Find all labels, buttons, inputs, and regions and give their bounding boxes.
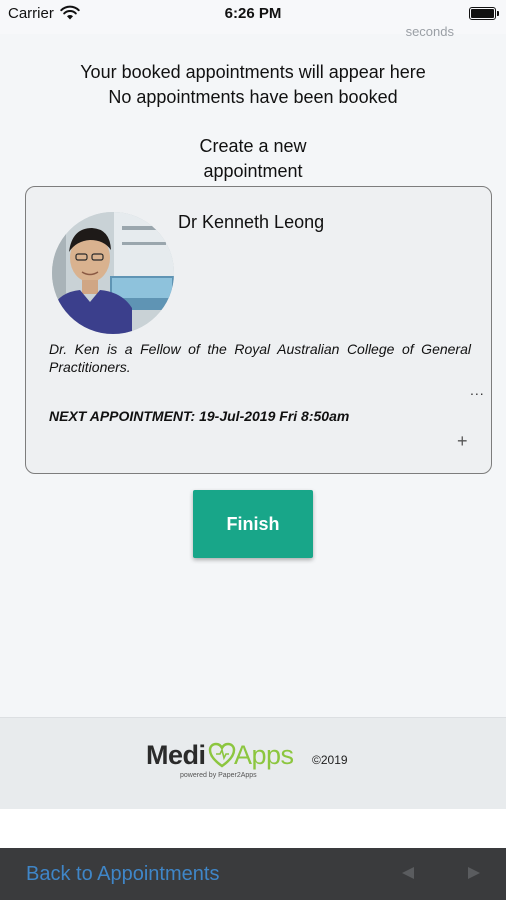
nav-forward-icon[interactable]	[466, 866, 482, 880]
copyright-text: ©2019	[312, 753, 348, 767]
doctor-bio: Dr. Ken is a Fellow of the Royal Austral…	[49, 341, 471, 375]
logo-apps-text: Apps	[234, 740, 294, 770]
create-appointment-heading-line2: appointment	[203, 161, 303, 181]
logo-heart-icon	[208, 742, 236, 768]
logo-medi-text: Medi	[146, 740, 206, 770]
bottom-toolbar: Back to Appointments	[0, 848, 506, 900]
plus-icon[interactable]: +	[457, 431, 468, 452]
spacer	[0, 809, 506, 848]
battery-icon	[469, 7, 499, 20]
doctor-name: Dr Kenneth Leong	[178, 212, 325, 232]
doctor-card[interactable]: Dr Kenneth Leong Dr. Ken is a Fellow of …	[25, 186, 492, 474]
create-appointment-heading: Create a new	[199, 136, 307, 156]
back-to-appointments-link[interactable]: Back to Appointments	[26, 863, 219, 886]
more-icon[interactable]: ...	[470, 382, 485, 398]
footer: Medi Apps powered by Paper2Apps ©2019	[0, 717, 506, 809]
cut-off-header-text: seconds	[405, 24, 454, 39]
status-time: 6:26 PM	[224, 5, 282, 22]
finish-button[interactable]: Finish	[193, 490, 313, 558]
mediapps-logo: Medi Apps powered by Paper2Apps	[146, 740, 306, 782]
empty-appointments-message: Your booked appointments will appear her…	[80, 62, 426, 82]
no-appointments-message: No appointments have been booked	[108, 87, 398, 107]
logo-tagline: powered by Paper2Apps	[180, 772, 257, 779]
doctor-avatar	[52, 212, 174, 334]
appointments-screen: seconds Your booked appointments will ap…	[0, 24, 506, 717]
next-appointment-label[interactable]: NEXT APPOINTMENT: 19-Jul-2019 Fri 8:50am	[49, 408, 349, 424]
nav-back-icon[interactable]	[400, 866, 416, 880]
